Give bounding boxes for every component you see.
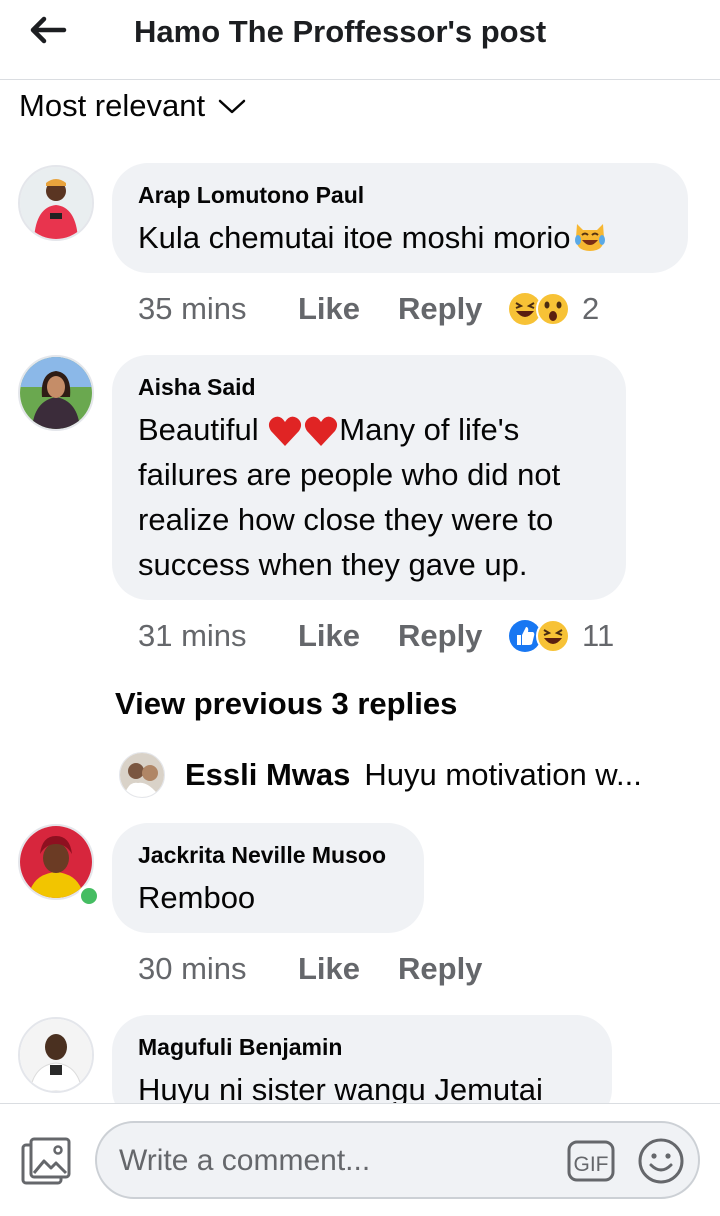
smiley-icon[interactable] xyxy=(637,1137,685,1185)
comment-author[interactable]: Jackrita Neville Musoo xyxy=(138,841,398,869)
like-button[interactable]: Like xyxy=(298,291,398,327)
gif-label: GIF xyxy=(574,1153,609,1176)
view-previous-replies-link[interactable]: View previous 3 replies xyxy=(115,686,457,722)
reply-button[interactable]: Reply xyxy=(398,951,508,987)
photo-icon[interactable] xyxy=(20,1136,72,1186)
heart-emoji-icon xyxy=(269,416,302,446)
avatar[interactable] xyxy=(18,165,94,241)
wow-reaction-icon xyxy=(536,292,570,326)
comment-author[interactable]: Magufuli Benjamin xyxy=(138,1033,586,1061)
gif-button[interactable]: GIF xyxy=(567,1138,615,1184)
comment-time[interactable]: 35 mins xyxy=(138,291,298,327)
comment-actions: 31 mins Like Reply 11 xyxy=(138,616,614,656)
comment-author[interactable]: Aisha Said xyxy=(138,373,600,401)
online-status-indicator xyxy=(78,885,100,907)
comment-author[interactable]: Arap Lomutono Paul xyxy=(138,181,662,209)
reaction-count: 11 xyxy=(582,618,615,653)
sort-label: Most relevant xyxy=(19,88,206,123)
reaction-count: 2 xyxy=(582,291,600,326)
comment-time[interactable]: 31 mins xyxy=(138,618,298,654)
comment-actions: 35 mins Like Reply 2 xyxy=(138,289,599,329)
reactions-summary[interactable]: 2 xyxy=(508,291,599,327)
like-button[interactable]: Like xyxy=(298,951,398,987)
reply-snippet: Huyu motivation w... xyxy=(364,757,642,792)
comment-text: Beautiful Many of life's failures are pe… xyxy=(138,412,561,582)
page-title: Hamo The Proffessor's post xyxy=(134,14,547,49)
comment-bubble[interactable]: Jackrita Neville Musoo Remboo xyxy=(112,823,424,933)
comment-bubble[interactable]: Arap Lomutono Paul Kula chemutai itoe mo… xyxy=(112,163,688,273)
reactions-summary[interactable]: 11 xyxy=(508,618,614,654)
reply-button[interactable]: Reply xyxy=(398,618,508,654)
heart-emoji-icon xyxy=(305,416,338,446)
reply-preview[interactable]: Essli Mwas Huyu motivation w... xyxy=(119,752,642,798)
chevron-down-icon xyxy=(218,99,246,114)
like-button[interactable]: Like xyxy=(298,618,398,654)
avatar xyxy=(119,752,165,798)
haha-reaction-icon xyxy=(536,619,570,653)
top-bar: Hamo The Proffessor's post xyxy=(0,0,720,80)
comment-input[interactable] xyxy=(117,1137,541,1185)
laughing-cat-emoji-icon xyxy=(575,224,606,251)
arrow-left-icon[interactable] xyxy=(24,10,74,50)
comment-actions: 30 mins Like Reply xyxy=(138,949,508,989)
reply-author: Essli Mwas xyxy=(185,757,351,792)
avatar[interactable] xyxy=(18,355,94,431)
comment-bubble[interactable]: Aisha Said Beautiful Many of life's fail… xyxy=(112,355,626,600)
comment-text: Remboo xyxy=(138,880,256,915)
avatar[interactable] xyxy=(18,1017,94,1093)
reply-button[interactable]: Reply xyxy=(398,291,508,327)
comment-text: Kula chemutai itoe moshi morio xyxy=(138,215,662,260)
comment-time[interactable]: 30 mins xyxy=(138,951,298,987)
sort-dropdown[interactable]: Most relevant xyxy=(19,88,247,124)
